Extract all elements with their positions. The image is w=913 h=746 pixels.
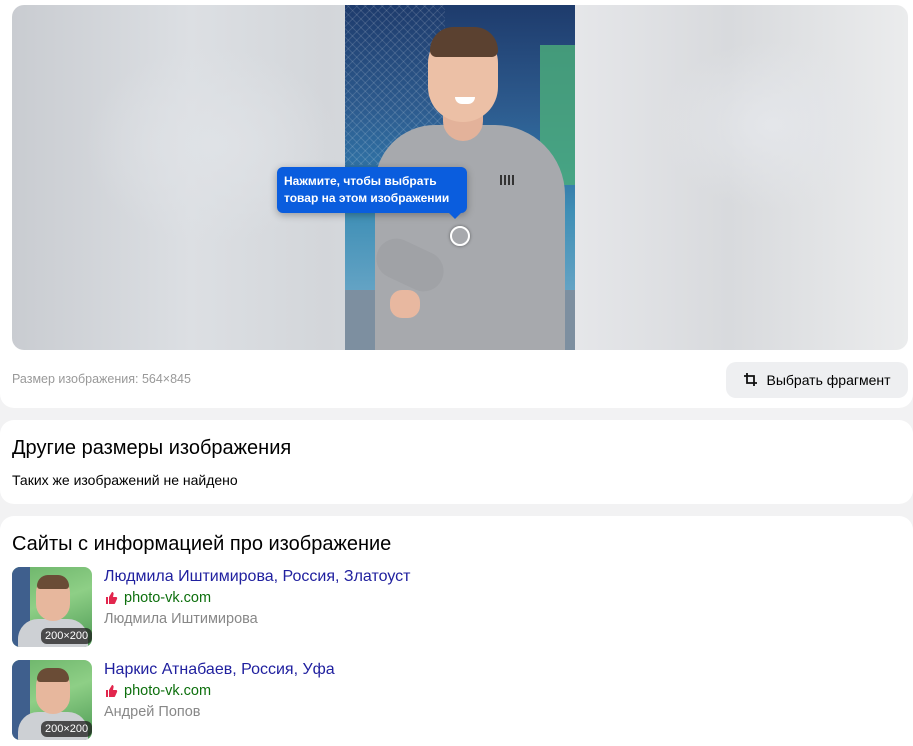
result-author: Людмила Иштимирова bbox=[104, 611, 258, 627]
image-viewer[interactable]: Нажмите, чтобы выбрать товар на этом изо… bbox=[12, 5, 908, 350]
other-sizes-title: Другие размеры изображения bbox=[12, 437, 292, 459]
other-sizes-message: Таких же изображений не найдено bbox=[12, 472, 238, 488]
result-thumbnail[interactable]: 200×200 bbox=[12, 660, 92, 740]
product-hotspot-marker[interactable] bbox=[450, 226, 470, 246]
result-site-text: photo-vk.com bbox=[124, 590, 212, 606]
result-title-link[interactable]: Наркис Атнабаев, Россия, Уфа bbox=[104, 661, 335, 679]
thumb-hair bbox=[37, 575, 69, 589]
image-card: Нажмите, чтобы выбрать товар на этом изо… bbox=[0, 0, 913, 408]
sweatshirt-logo bbox=[500, 175, 514, 185]
product-select-tooltip: Нажмите, чтобы выбрать товар на этом изо… bbox=[277, 167, 467, 219]
tooltip-line-1: Нажмите, чтобы выбрать bbox=[284, 174, 437, 188]
sites-title: Сайты с информацией про изображение bbox=[12, 533, 392, 555]
person-hand bbox=[390, 290, 420, 318]
result-site-link[interactable]: photo-vk.com bbox=[104, 683, 211, 699]
thumbs-up-icon bbox=[106, 685, 118, 697]
result-thumbnail[interactable]: 200×200 bbox=[12, 567, 92, 647]
select-fragment-button[interactable]: Выбрать фрагмент bbox=[726, 362, 908, 398]
list-item: 200×200 Людмила Иштимирова, Россия, Злат… bbox=[12, 567, 892, 649]
crop-icon bbox=[744, 373, 758, 386]
result-site-text: photo-vk.com bbox=[124, 683, 212, 699]
image-size-label: Размер изображения: 564×845 bbox=[12, 372, 191, 386]
result-site-link[interactable]: photo-vk.com bbox=[104, 590, 211, 606]
thumb-size-badge: 200×200 bbox=[41, 628, 92, 644]
thumbs-up-icon bbox=[106, 592, 118, 604]
result-author: Андрей Попов bbox=[104, 704, 201, 720]
result-title-link[interactable]: Людмила Иштимирова, Россия, Златоуст bbox=[104, 568, 410, 586]
thumb-hair bbox=[37, 668, 69, 682]
other-sizes-card: Другие размеры изображения Таких же изоб… bbox=[0, 420, 913, 504]
sites-card: Сайты с информацией про изображение 200×… bbox=[0, 516, 913, 746]
person-hair bbox=[430, 27, 498, 57]
select-fragment-label: Выбрать фрагмент bbox=[766, 372, 891, 388]
tooltip-line-2: товар на этом изображении bbox=[284, 191, 450, 205]
thumb-size-badge: 200×200 bbox=[41, 721, 92, 737]
